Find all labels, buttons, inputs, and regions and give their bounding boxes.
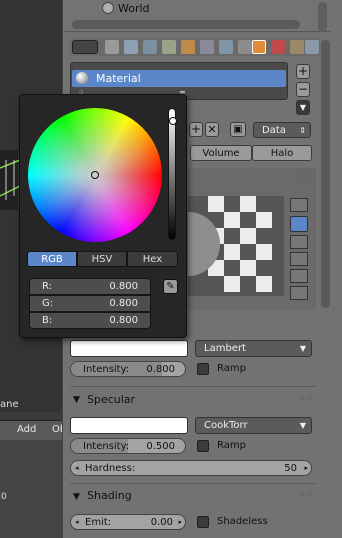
eyedropper-icon[interactable]: ✎ bbox=[163, 279, 178, 294]
channel-label: R: bbox=[42, 281, 53, 292]
slot-specials-button[interactable]: ▼ bbox=[296, 100, 310, 115]
updown-icon: ⇕ bbox=[299, 126, 306, 135]
world-label[interactable]: World bbox=[118, 2, 150, 15]
shading-panel-title[interactable]: Shading bbox=[87, 489, 132, 502]
green-channel-field[interactable]: G: 0.800 bbox=[29, 295, 151, 312]
wheel-cursor[interactable] bbox=[91, 171, 99, 179]
link-data-select[interactable]: Data ⇕ bbox=[253, 122, 311, 138]
hue-saturation-wheel[interactable] bbox=[28, 108, 162, 242]
intensity-value: 0.800 bbox=[146, 364, 175, 375]
browse-icon[interactable]: ▣ bbox=[230, 122, 246, 137]
preview-cube-button[interactable] bbox=[290, 235, 308, 249]
specular-shader-select[interactable]: CookTorr ▼ bbox=[195, 417, 312, 434]
mode-tab-hsv[interactable]: HSV bbox=[77, 251, 127, 267]
channel-value: 0.800 bbox=[109, 298, 138, 309]
add-menu[interactable]: Add bbox=[17, 424, 36, 435]
material-tab-icon[interactable] bbox=[252, 40, 266, 54]
constraints-icon[interactable] bbox=[181, 40, 195, 54]
channel-value: 0.800 bbox=[109, 281, 138, 292]
viewport-object-label: ane bbox=[0, 399, 19, 410]
divider bbox=[70, 386, 316, 387]
intensity-value: 0.500 bbox=[146, 441, 175, 452]
panel-grip-icon[interactable]: ⁙⁙ bbox=[296, 172, 311, 182]
diffuse-ramp-label: Ramp bbox=[217, 363, 246, 374]
material-slot-name: Material bbox=[96, 72, 141, 85]
material-slot-selected[interactable]: Material bbox=[72, 70, 286, 87]
particles-icon[interactable] bbox=[290, 40, 304, 54]
specular-ramp-checkbox[interactable] bbox=[197, 440, 209, 452]
new-material-button[interactable]: + bbox=[189, 122, 203, 137]
panel-grip-icon[interactable]: ⁙⁙ bbox=[298, 394, 313, 404]
blue-channel-field[interactable]: B: 0.800 bbox=[29, 312, 151, 329]
panel-grip-icon[interactable]: ⁙⁙ bbox=[298, 490, 313, 500]
preview-sky-button[interactable] bbox=[290, 286, 308, 300]
render-icon[interactable] bbox=[105, 40, 119, 54]
texture-icon[interactable] bbox=[271, 40, 285, 54]
timeline-area bbox=[0, 440, 62, 538]
preview-hair-button[interactable] bbox=[290, 269, 308, 283]
specular-shader-value: CookTorr bbox=[204, 420, 248, 431]
material-sphere-icon bbox=[76, 72, 88, 84]
diffuse-shader-select[interactable]: Lambert ▼ bbox=[195, 340, 312, 357]
preview-sphere-button[interactable] bbox=[290, 216, 308, 232]
channel-label: G: bbox=[42, 298, 54, 309]
diffuse-intensity-slider[interactable]: Intensity: 0.800 bbox=[70, 361, 186, 377]
increment-icon[interactable]: ▸ bbox=[178, 515, 182, 530]
editor-type-menu[interactable] bbox=[72, 40, 98, 54]
value-slider-handle[interactable] bbox=[169, 117, 177, 125]
decrement-icon[interactable]: ◂ bbox=[75, 515, 79, 530]
intensity-label: Intensity: bbox=[83, 364, 130, 375]
tab-volume[interactable]: Volume bbox=[190, 145, 252, 161]
shadeless-label: Shadeless bbox=[217, 516, 268, 527]
modifiers-icon[interactable] bbox=[200, 40, 214, 54]
frame-label: 0 bbox=[1, 492, 7, 502]
increment-icon[interactable]: ▸ bbox=[304, 461, 308, 476]
collapse-arrow-icon[interactable]: ▼ bbox=[73, 492, 80, 502]
link-data-value: Data bbox=[262, 125, 286, 136]
specular-intensity-slider[interactable]: Intensity: 0.500 bbox=[70, 438, 186, 454]
emit-slider[interactable]: ◂ Emit: 0.00 ▸ bbox=[70, 514, 186, 530]
decrement-icon[interactable]: ◂ bbox=[75, 461, 79, 476]
physics-icon[interactable] bbox=[305, 40, 319, 54]
material-preview bbox=[188, 196, 284, 296]
data-icon[interactable] bbox=[219, 40, 233, 54]
preview-monkey-button[interactable] bbox=[290, 252, 308, 266]
bone-icon[interactable] bbox=[238, 40, 252, 54]
emit-label: Emit: bbox=[85, 517, 112, 528]
world-icon bbox=[102, 2, 114, 14]
diffuse-ramp-checkbox[interactable] bbox=[197, 363, 209, 375]
diffuse-shader-value: Lambert bbox=[204, 343, 246, 354]
unlink-material-button[interactable]: ✕ bbox=[205, 122, 219, 137]
diffuse-color-swatch[interactable] bbox=[70, 340, 188, 357]
channel-value: 0.800 bbox=[109, 315, 138, 326]
intensity-label: Intensity: bbox=[83, 441, 130, 452]
hardness-value: 50 bbox=[284, 463, 297, 474]
outliner-scrollbar[interactable] bbox=[72, 20, 300, 29]
value-slider[interactable] bbox=[168, 108, 177, 240]
collapse-arrow-icon[interactable]: ▼ bbox=[73, 395, 80, 405]
dropdown-icon: ▼ bbox=[299, 421, 306, 430]
mode-tab-hex[interactable]: Hex bbox=[127, 251, 178, 267]
specular-ramp-label: Ramp bbox=[217, 440, 246, 451]
hardness-slider[interactable]: ◂ Hardness: 50 ▸ bbox=[70, 460, 312, 476]
specular-color-swatch[interactable] bbox=[70, 417, 188, 434]
specular-panel-title[interactable]: Specular bbox=[87, 393, 135, 406]
add-slot-button[interactable]: + bbox=[296, 64, 310, 79]
scene-icon[interactable] bbox=[124, 40, 138, 54]
mode-tab-rgb[interactable]: RGB bbox=[27, 251, 77, 267]
properties-scrollbar[interactable] bbox=[321, 40, 330, 308]
outliner-vscroll[interactable] bbox=[318, 2, 327, 32]
tab-halo[interactable]: Halo bbox=[252, 145, 312, 161]
preview-flat-button[interactable] bbox=[290, 198, 308, 212]
world-tab-icon[interactable] bbox=[143, 40, 157, 54]
red-channel-field[interactable]: R: 0.800 bbox=[29, 278, 151, 295]
shadeless-checkbox[interactable] bbox=[197, 516, 209, 528]
remove-slot-button[interactable]: − bbox=[296, 82, 310, 97]
hardness-label: Hardness: bbox=[85, 463, 136, 474]
divider bbox=[70, 483, 316, 484]
channel-label: B: bbox=[42, 315, 53, 326]
dropdown-icon: ▼ bbox=[299, 344, 306, 353]
object-icon[interactable] bbox=[162, 40, 176, 54]
emit-value: 0.00 bbox=[150, 517, 173, 528]
